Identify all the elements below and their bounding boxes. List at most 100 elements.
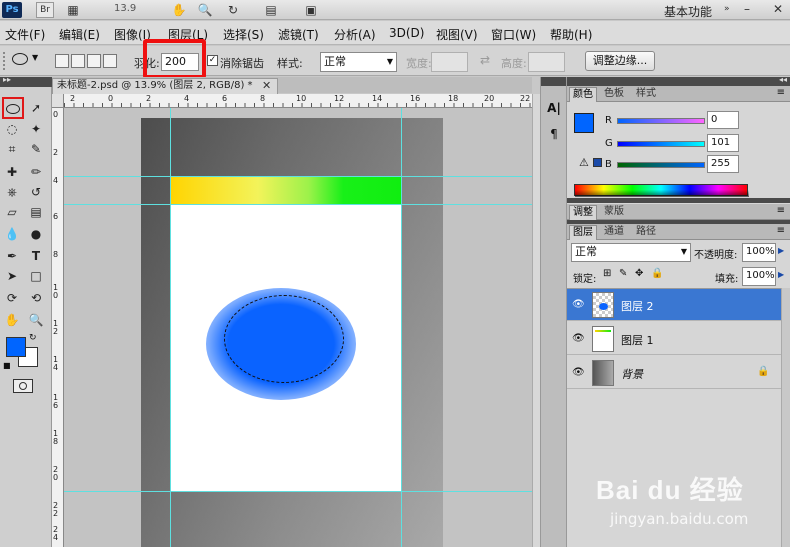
magic-wand-icon[interactable]: ✦ — [26, 120, 46, 138]
panel-menu-icon[interactable]: ≡ — [777, 205, 785, 216]
menu-filter[interactable]: 滤镜(T) — [278, 26, 319, 43]
tab-adjustments[interactable]: 调整 — [569, 205, 597, 220]
quick-mask-icon[interactable] — [13, 379, 33, 393]
guide-horizontal[interactable] — [64, 176, 532, 177]
crop-tool-icon[interactable]: ⌗ — [2, 140, 22, 158]
intersect-selection-icon[interactable] — [103, 54, 117, 68]
workspace-menu-icon[interactable]: » — [724, 4, 730, 14]
3d-rotate-icon[interactable]: ⟳ — [2, 289, 22, 307]
fill-input[interactable]: 100% — [742, 267, 776, 286]
refine-edge-button[interactable]: 调整边缘... — [585, 51, 655, 71]
canvas-area[interactable] — [64, 108, 532, 547]
gamut-warning-icon[interactable]: ⚠ — [579, 156, 589, 169]
menu-analysis[interactable]: 分析(A) — [334, 26, 376, 43]
tab-channels[interactable]: 通道 — [601, 225, 627, 240]
add-to-selection-icon[interactable] — [71, 54, 85, 68]
ellipse-marquee-preset-icon[interactable] — [12, 53, 28, 65]
opacity-arrow-icon[interactable]: ▶ — [778, 246, 784, 255]
layer-name[interactable]: 图层 2 — [621, 298, 654, 314]
g-slider[interactable] — [617, 141, 705, 147]
workspace-switcher[interactable]: 基本功能 — [664, 3, 712, 20]
pen-tool-icon[interactable]: ✒ — [2, 247, 22, 265]
panel-menu-icon[interactable]: ≡ — [777, 87, 785, 98]
visibility-eye-icon[interactable]: 👁 — [572, 367, 585, 378]
lock-position-icon[interactable]: ✥ — [635, 268, 643, 279]
lasso-tool-icon[interactable]: ◌ — [2, 120, 22, 138]
zoom-tool-icon[interactable]: 🔍 — [26, 311, 46, 329]
visibility-eye-icon[interactable]: 👁 — [572, 299, 585, 310]
zoom-icon[interactable]: 🔍 — [196, 2, 214, 18]
menu-edit[interactable]: 编辑(E) — [59, 26, 100, 43]
layer-row[interactable]: 👁 图层 1 — [567, 323, 781, 355]
vertical-ruler[interactable]: 0 2 4 6 8 1 0 1 2 1 4 1 6 1 8 2 0 2 2 2 … — [52, 108, 64, 547]
b-input[interactable]: 255 — [707, 155, 739, 173]
paragraph-panel-icon[interactable]: ¶ — [545, 127, 563, 147]
close-window-icon[interactable]: ✕ — [766, 1, 790, 18]
height-input[interactable] — [528, 52, 565, 72]
move-tool-icon[interactable]: ➚ — [26, 99, 46, 117]
lock-pixels-icon[interactable]: ✎ — [619, 268, 627, 279]
r-input[interactable]: 0 — [707, 111, 739, 129]
brush-tool-icon[interactable]: ✏ — [26, 163, 46, 181]
zoom-level[interactable]: 13.9 — [114, 3, 136, 14]
ellipse-marquee-tool[interactable] — [2, 97, 24, 119]
tab-swatches[interactable]: 色板 — [601, 87, 627, 102]
menu-view[interactable]: 视图(V) — [436, 26, 478, 43]
opacity-input[interactable]: 100% — [742, 243, 776, 262]
blur-tool-icon[interactable]: 💧 — [2, 225, 22, 243]
default-colors-icon[interactable]: ■ — [3, 361, 11, 370]
hand-tool-icon[interactable]: ✋ — [2, 311, 22, 329]
visibility-eye-icon[interactable]: 👁 — [572, 333, 585, 344]
panel-menu-icon[interactable]: ≡ — [777, 225, 785, 236]
clone-stamp-icon[interactable]: ⎈ — [2, 183, 22, 201]
3d-orbit-icon[interactable]: ⟲ — [26, 289, 46, 307]
guide-horizontal[interactable] — [64, 204, 532, 205]
dock-header[interactable]: ◂◂ — [567, 75, 790, 86]
character-panel-icon[interactable]: A| — [545, 101, 563, 121]
healing-brush-icon[interactable]: ✚ — [2, 163, 22, 181]
foreground-color-swatch[interactable] — [6, 337, 26, 357]
tab-layers[interactable]: 图层 — [569, 225, 597, 240]
blend-mode-select[interactable]: 正常 ▼ — [571, 243, 691, 262]
tab-color[interactable]: 颜色 — [569, 87, 597, 102]
g-input[interactable]: 101 — [707, 134, 739, 152]
menu-window[interactable]: 窗口(W) — [491, 26, 536, 43]
bridge-button[interactable]: Br — [36, 2, 54, 18]
document-tab[interactable]: 未标题-2.psd @ 13.9% (图层 2, RGB/8) * — [52, 78, 278, 94]
new-selection-icon[interactable] — [55, 54, 69, 68]
menu-select[interactable]: 选择(S) — [223, 26, 264, 43]
eyedropper-icon[interactable]: ✎ — [26, 140, 46, 158]
guide-vertical[interactable] — [401, 108, 402, 547]
layer-name[interactable]: 图层 1 — [621, 332, 654, 348]
history-brush-icon[interactable]: ↺ — [26, 183, 46, 201]
layer-row[interactable]: 👁 背景 🔒 — [567, 357, 781, 389]
gradient-tool-icon[interactable]: ▤ — [26, 203, 46, 221]
fill-arrow-icon[interactable]: ▶ — [778, 270, 784, 279]
tab-masks[interactable]: 蒙版 — [601, 205, 627, 220]
view-extras-icon[interactable]: ▦ — [64, 2, 82, 18]
tab-styles[interactable]: 样式 — [633, 87, 659, 102]
layer-name[interactable]: 背景 — [621, 366, 643, 382]
style-select[interactable]: 正常 ▼ — [320, 52, 397, 72]
tools-panel-header[interactable]: ▸▸ — [0, 75, 52, 87]
hand-icon[interactable]: ✋ — [170, 2, 188, 18]
close-document-icon[interactable]: ✕ — [262, 79, 274, 92]
color-spectrum-bar[interactable] — [574, 184, 749, 197]
menu-3d[interactable]: 3D(D) — [389, 26, 424, 40]
antialias-checkbox[interactable]: ✓ — [207, 55, 218, 66]
width-input[interactable] — [431, 52, 468, 72]
arrange-documents-icon[interactable]: ▤ — [262, 2, 280, 18]
color-panel-foreground[interactable] — [574, 113, 594, 133]
type-tool-icon[interactable]: T — [26, 247, 46, 265]
rotate-view-icon[interactable]: ↻ — [224, 2, 242, 18]
horizontal-ruler[interactable]: 2 0 2 4 6 8 10 12 14 16 18 20 22 — [64, 94, 532, 108]
path-selection-icon[interactable]: ➤ — [2, 267, 22, 285]
menu-help[interactable]: 帮助(H) — [550, 26, 592, 43]
tab-paths[interactable]: 路径 — [633, 225, 659, 240]
swap-icon[interactable]: ⇄ — [480, 53, 490, 67]
ruler-origin[interactable] — [52, 94, 64, 108]
eraser-icon[interactable]: ▱ — [2, 203, 22, 221]
guide-vertical[interactable] — [170, 108, 171, 547]
subtract-selection-icon[interactable] — [87, 54, 101, 68]
preset-dropdown-icon[interactable]: ▼ — [32, 53, 38, 62]
